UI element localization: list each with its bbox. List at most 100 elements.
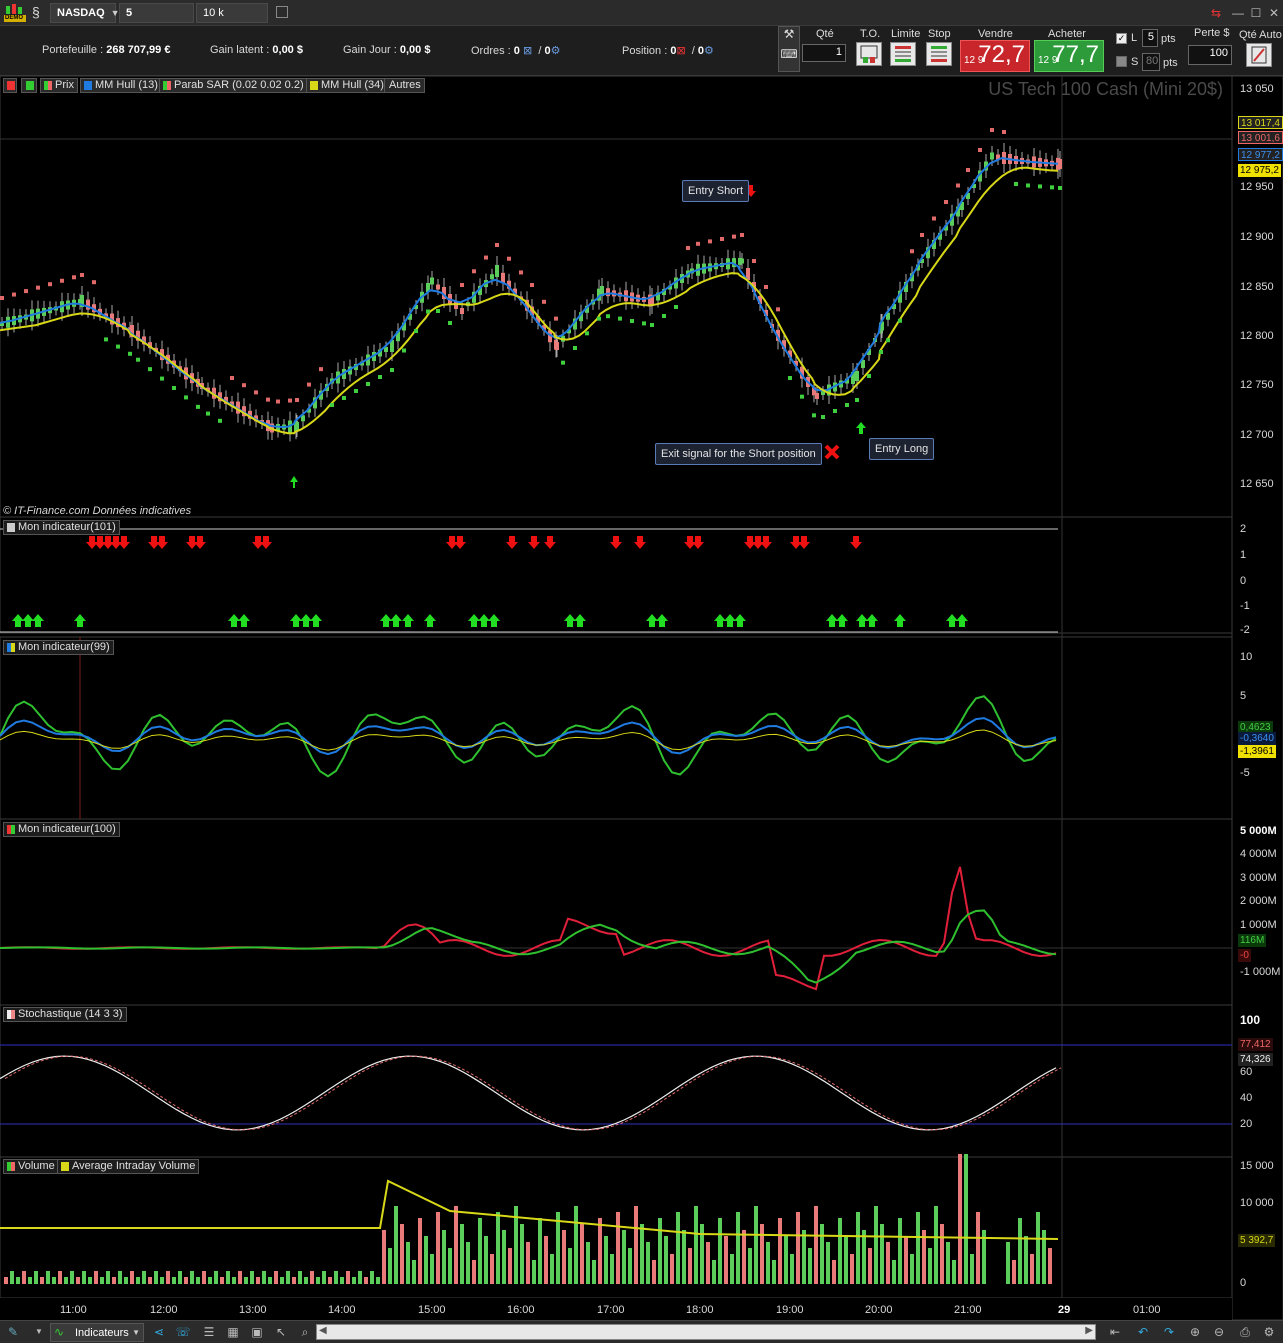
chevron-down-icon[interactable]: ▼ [30, 1324, 48, 1340]
legend-hull13[interactable]: MM Hull (13) [80, 78, 162, 93]
sar-dot [630, 319, 634, 323]
sell-button[interactable]: 12 9 72,7 [960, 40, 1030, 72]
s-input[interactable]: 80 [1142, 53, 1160, 71]
minimize-icon[interactable]: — [1230, 5, 1246, 21]
price-axis-label: 12 850 [1240, 281, 1274, 293]
legend-hull34[interactable]: MM Hull (34) [306, 78, 388, 93]
market-selector[interactable]: NASDAQ ▼ [50, 3, 120, 23]
legend-price[interactable]: Prix [40, 78, 78, 93]
horizontal-scrollbar[interactable]: ◀ ▶ [316, 1324, 1096, 1340]
volume-bar [334, 1271, 338, 1284]
sar-dot [732, 234, 736, 239]
units-selector[interactable]: 10 k unités▼ [196, 3, 268, 37]
grid-icon[interactable]: ▦ [224, 1324, 242, 1340]
volume-bar [112, 1277, 116, 1284]
pane-stoch-title[interactable]: Stochastique (14 3 3) [3, 1007, 127, 1022]
volume-bar [1006, 1242, 1010, 1284]
scroll-right-icon[interactable]: ▶ [1085, 1325, 1093, 1336]
pane-ind101-label: Mon indicateur(101) [18, 521, 116, 533]
volume-bar [628, 1248, 632, 1284]
settings-icon[interactable] [276, 6, 288, 18]
sar-dot [573, 346, 577, 350]
legend-toggle-a[interactable] [3, 78, 17, 93]
sar-dot [606, 314, 610, 319]
volume-bar [166, 1271, 170, 1284]
l-input[interactable]: 5 [1142, 29, 1158, 47]
zoom-icon[interactable]: ⌕ [296, 1324, 314, 1340]
legend-toggle-b[interactable] [21, 78, 37, 93]
to-button[interactable] [856, 42, 882, 66]
sar-dot [319, 367, 323, 372]
pane-ind101-title[interactable]: Mon indicateur(101) [3, 520, 120, 535]
pane-avgvol-title[interactable]: Average Intraday Volume [57, 1159, 200, 1174]
volume-bar [874, 1206, 878, 1284]
l-checkbox[interactable]: ✓ [1116, 33, 1127, 44]
sar-dot [448, 321, 452, 325]
auto-qty-button[interactable] [1246, 43, 1272, 67]
orders-sep: / [538, 45, 542, 57]
zoom-out-icon[interactable]: ⊖ [1210, 1324, 1228, 1340]
maximize-icon[interactable]: ☐ [1248, 5, 1264, 21]
list-icon[interactable]: ☰ [200, 1324, 218, 1340]
volume-bar [538, 1218, 542, 1284]
stop-button[interactable] [926, 42, 952, 66]
link-icon[interactable]: § [32, 4, 46, 22]
position[interactable]: Position : 0⊠ / 0⚙ [622, 44, 714, 57]
sell-label: Vendre [978, 28, 1013, 40]
portfolio: Portefeuille : 268 707,99 € [42, 44, 170, 56]
limit-button[interactable] [890, 42, 916, 66]
volume-bar [676, 1212, 680, 1284]
volume-bar [466, 1242, 470, 1284]
volume-bar [904, 1236, 908, 1284]
pencil-icon[interactable]: ✎ [4, 1324, 22, 1340]
volume-bar [34, 1271, 38, 1284]
legend-sar[interactable]: Parab SAR (0.02 0.02 0.2) [159, 78, 308, 93]
window-icon[interactable]: ▣ [248, 1324, 266, 1340]
volume-bar [454, 1206, 458, 1284]
volume-bar [484, 1236, 488, 1284]
copyright-label: © IT-Finance.com [3, 505, 90, 517]
fit-icon[interactable]: ⇤ [1106, 1324, 1124, 1340]
volume-bar [790, 1254, 794, 1284]
sync-icon[interactable]: ⇆ [1208, 5, 1224, 21]
orders[interactable]: Ordres : 0 ⊠ / 0⚙ [471, 44, 560, 57]
qty-input[interactable]: 1 [802, 44, 846, 62]
pane-ind100-title[interactable]: Mon indicateur(100) [3, 822, 120, 837]
wrench-icon[interactable]: ⚒ [779, 27, 799, 41]
cursor-icon[interactable]: ↖ [272, 1324, 290, 1340]
redo-icon[interactable]: ↷ [1160, 1324, 1178, 1340]
indicators-button[interactable]: ∿ Indicateurs ▼ [50, 1323, 144, 1342]
ind100-tag-green: 116M [1238, 934, 1267, 947]
volume-bar [328, 1277, 332, 1284]
s-checkbox[interactable] [1116, 56, 1127, 67]
volume-bar [142, 1271, 146, 1284]
pane-volume-title[interactable]: Volume [3, 1159, 59, 1174]
pane-ind99-title[interactable]: Mon indicateur(99) [3, 640, 114, 655]
time-axis-label: 21:00 [954, 1304, 982, 1316]
print-icon[interactable]: ⎙ [1236, 1324, 1254, 1340]
entry-short-annotation: Entry Short [682, 180, 750, 202]
chart-canvas[interactable] [0, 76, 1283, 1320]
settings-icon[interactable]: ⚙ [1260, 1324, 1278, 1340]
timeframe-selector[interactable]: 5 minutes▼ [119, 3, 194, 37]
sar-dot [800, 394, 804, 399]
legend-others-label: Autres [389, 79, 421, 91]
volume-bar [718, 1218, 722, 1284]
scroll-left-icon[interactable]: ◀ [319, 1325, 327, 1336]
sar-dot [472, 269, 476, 274]
l-unit: pts [1161, 33, 1176, 45]
undo-icon[interactable]: ↶ [1134, 1324, 1152, 1340]
sar-dot [218, 418, 222, 423]
buy-button[interactable]: 12 9 77,7 [1034, 40, 1104, 72]
keyboard-icon[interactable]: ⌨ [779, 47, 799, 61]
order-tools: ⚒ ⌨ [778, 26, 800, 72]
latent-value: 0,00 $ [272, 44, 303, 56]
close-icon[interactable]: ✕ [1266, 5, 1282, 21]
share-icon[interactable]: ⋖ [150, 1324, 168, 1340]
pane-swatch [7, 825, 15, 834]
loss-input[interactable]: 100 [1188, 45, 1232, 65]
chat-icon[interactable]: ☏ [174, 1324, 192, 1340]
legend-others[interactable]: Autres [384, 78, 425, 93]
sar-dot [148, 367, 152, 372]
zoom-in-icon[interactable]: ⊕ [1186, 1324, 1204, 1340]
